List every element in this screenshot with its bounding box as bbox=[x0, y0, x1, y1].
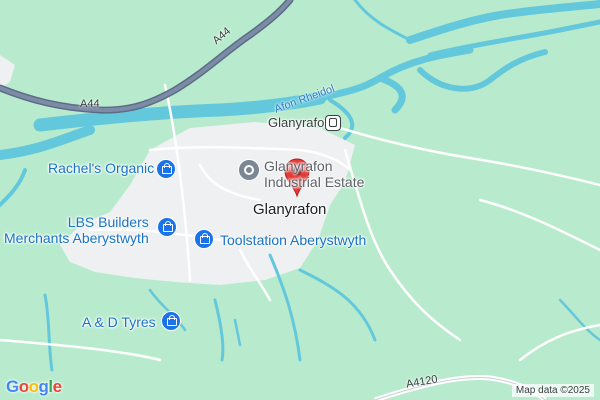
map-attribution[interactable]: Map data ©2025 bbox=[511, 384, 594, 397]
map-view[interactable]: A44 A44 A4120 Afon Rheidol Glanyrafon Ra… bbox=[0, 0, 600, 400]
poi-label-ad-tyres[interactable]: A & D Tyres bbox=[82, 314, 156, 330]
industrial-estate-line1: Glanyrafon bbox=[264, 158, 333, 174]
road-label-a44-left: A44 bbox=[80, 98, 100, 110]
poi-label-industrial-estate[interactable]: Glanyrafon Industrial Estate bbox=[264, 158, 364, 190]
shopping-bag-icon[interactable] bbox=[194, 229, 214, 249]
lbs-line2: Merchants Aberystwyth bbox=[4, 230, 149, 246]
town-label[interactable]: Glanyrafon bbox=[253, 201, 326, 218]
shopping-bag-icon[interactable] bbox=[161, 311, 181, 331]
logo-letter-o2: o bbox=[28, 377, 39, 396]
train-station-icon[interactable] bbox=[325, 115, 341, 131]
gear-icon[interactable] bbox=[238, 159, 260, 181]
shopping-bag-icon[interactable] bbox=[157, 217, 177, 237]
logo-letter-g: G bbox=[6, 377, 19, 396]
poi-label-lbs-builders[interactable]: LBS Builders Merchants Aberystwyth bbox=[4, 214, 149, 246]
industrial-estate-line2: Industrial Estate bbox=[264, 174, 365, 190]
lbs-line1: LBS Builders bbox=[67, 214, 149, 230]
shopping-bag-icon[interactable] bbox=[156, 159, 176, 179]
google-logo: Google bbox=[6, 377, 62, 397]
logo-letter-o1: o bbox=[18, 377, 29, 396]
station-label[interactable]: Glanyrafon bbox=[268, 115, 332, 130]
poi-label-rachels-organic[interactable]: Rachel's Organic bbox=[48, 160, 154, 176]
map-canvas bbox=[0, 0, 600, 400]
poi-label-toolstation[interactable]: Toolstation Aberystwyth bbox=[220, 232, 366, 248]
logo-letter-g2: g bbox=[38, 377, 49, 396]
logo-letter-e: e bbox=[52, 377, 62, 396]
